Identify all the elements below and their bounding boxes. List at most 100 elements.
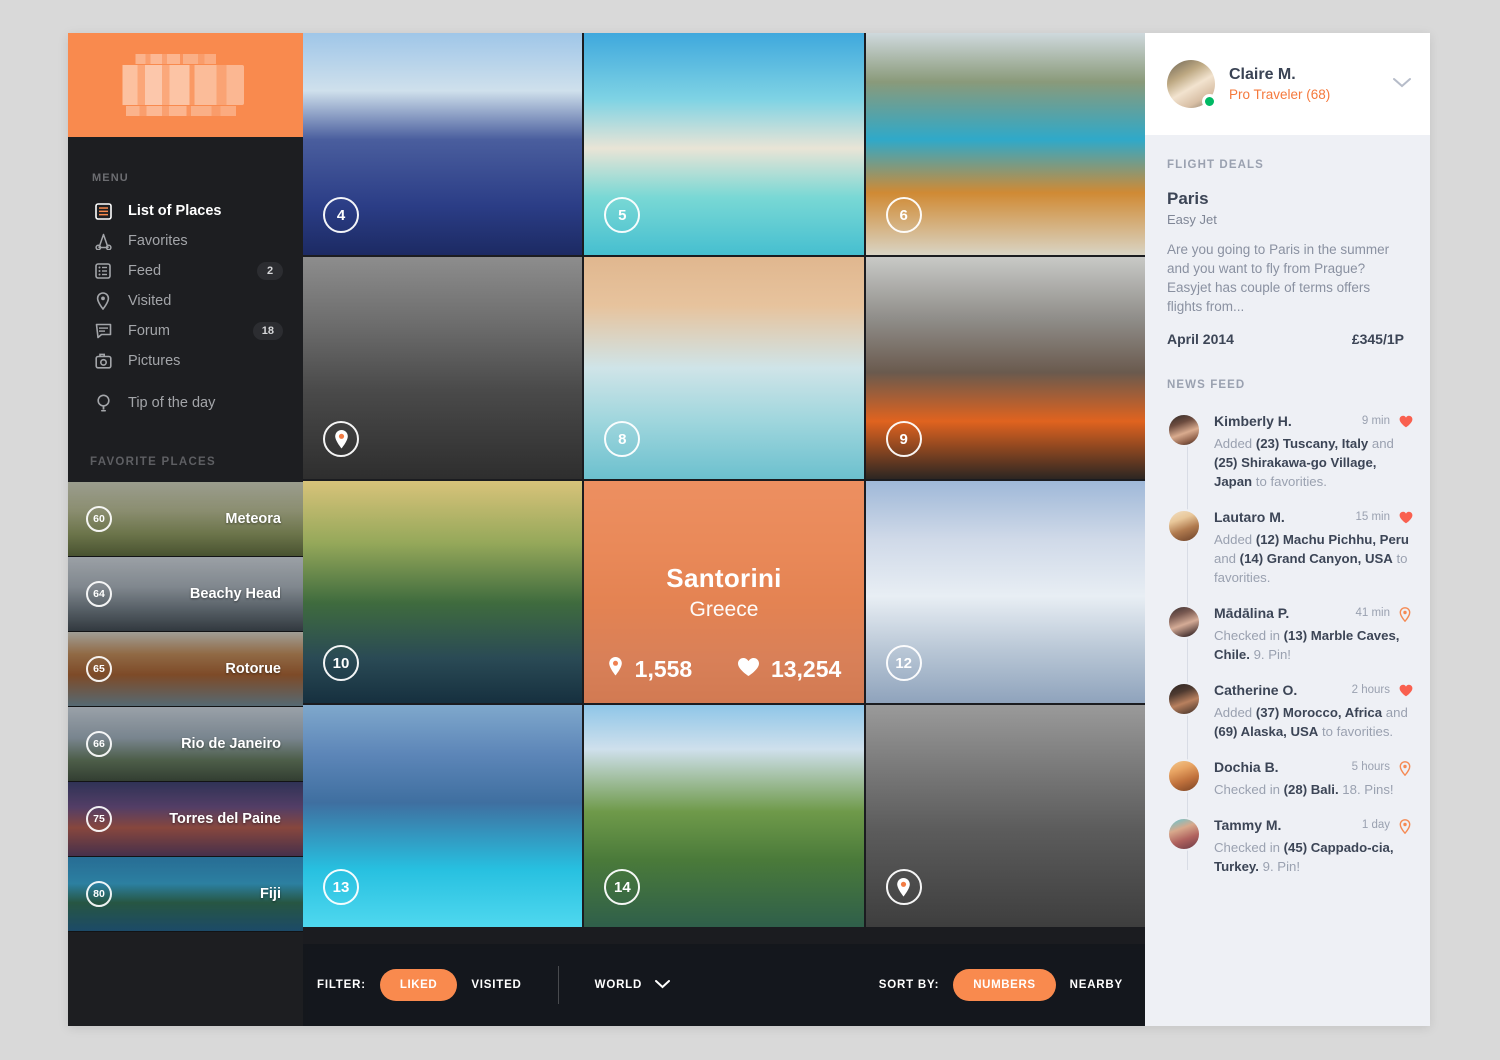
place-tile[interactable]: 10	[303, 481, 583, 703]
sidebar-item-badge: 18	[252, 322, 283, 340]
logo-bar[interactable]	[68, 33, 303, 137]
sidebar-item-favorites[interactable]: Favorites	[68, 226, 303, 256]
feed-timestamp: 41 min	[1355, 607, 1390, 619]
favorite-place-number: 80	[86, 881, 112, 907]
favorites-icon	[92, 232, 114, 250]
place-tile[interactable]	[303, 257, 583, 479]
news-feed-label: NEWS FEED	[1167, 379, 1246, 391]
place-tile[interactable]: 13	[303, 705, 583, 927]
news-feed-item[interactable]: Catherine O. 2 hours Added (37) Morocco, A…	[1167, 682, 1413, 741]
sidebar-item-list-of-places[interactable]: List of Places	[68, 196, 303, 226]
favorite-place-item[interactable]: 66 Rio de Janeiro	[68, 707, 303, 782]
feed-user-name: Kimberly H.	[1214, 413, 1292, 429]
profile-role: Pro Traveler (68)	[1229, 87, 1331, 102]
sidebar-item-label: Pictures	[128, 353, 181, 369]
deal-city: Paris	[1167, 189, 1209, 208]
sort-numbers-button[interactable]: NUMBERS	[953, 969, 1056, 1001]
chevron-down-icon	[655, 976, 671, 994]
filter-visited-button[interactable]: VISITED	[471, 979, 521, 991]
favorite-place-item[interactable]: 80 Fiji	[68, 857, 303, 932]
feed-body: Mādālina P. 41 min Checked in (13) Marble …	[1214, 605, 1412, 664]
feed-timestamp: 15 min	[1355, 511, 1390, 523]
feed-header: Lautaro M. 15 min	[1214, 509, 1413, 525]
news-feed-item[interactable]: Tammy M. 1 day Checked in (45) Cappado-cia…	[1167, 817, 1412, 876]
feed-header: Tammy M. 1 day	[1214, 817, 1412, 834]
feed-header: Catherine O. 2 hours	[1214, 682, 1413, 698]
flight-deals-label: FLIGHT DEALS	[1167, 159, 1264, 171]
sidebar-item-badge: 2	[257, 262, 283, 280]
news-feed-item[interactable]: Mādālina P. 41 min Checked in (13) Marble …	[1167, 605, 1412, 664]
place-tile[interactable]: 8	[584, 257, 864, 479]
feed-avatar	[1167, 817, 1201, 851]
place-tile[interactable]	[865, 705, 1145, 927]
favorite-place-number: 65	[86, 656, 112, 682]
feed-user-name: Catherine O.	[1214, 682, 1298, 698]
pin-icon	[1399, 760, 1412, 776]
place-tile[interactable]: 4	[303, 33, 583, 255]
flight-deal-card[interactable]: Paris Easy Jet Are you going to Paris in…	[1145, 171, 1430, 347]
region-select[interactable]: WORLD	[595, 976, 671, 994]
favorite-place-name: Meteora	[225, 511, 281, 527]
place-tile[interactable]: Santorini Greece 1,558 13,254	[584, 481, 864, 703]
feed-timestamp: 9 min	[1361, 415, 1390, 427]
feed-avatar	[1167, 413, 1201, 447]
sidebar-item-forum[interactable]: Forum 18	[68, 316, 303, 346]
heart-icon	[1399, 415, 1413, 428]
place-tile[interactable]: 12	[865, 481, 1145, 703]
sidebar-item-label: Tip of the day	[128, 395, 216, 411]
deal-airline: Easy Jet	[1167, 212, 1217, 227]
pin-icon	[607, 656, 624, 683]
sidebar-item-pictures[interactable]: Pictures	[68, 346, 303, 376]
favorite-place-item[interactable]: 75 Torres del Paine	[68, 782, 303, 857]
favorite-place-name: Beachy Head	[189, 586, 281, 602]
sidebar-menu: List of Places Favorites Feed 2 Visited Forum…	[68, 196, 303, 418]
avatar	[1167, 60, 1217, 109]
favorite-place-item[interactable]: 64 Beachy Head	[68, 557, 303, 632]
profile-chevron-down-icon[interactable]	[1392, 75, 1412, 93]
feed-body: Kimberly H. 9 min Added (23) Tuscany, Ital…	[1214, 413, 1413, 491]
sidebar-item-label: Forum	[128, 323, 170, 339]
filter-liked-button[interactable]: LIKED	[379, 969, 458, 1001]
news-feed-item[interactable]: Lautaro M. 15 min Added (12) Machu Pichhu,…	[1167, 509, 1413, 587]
feed-avatar	[1167, 605, 1201, 639]
profile-info: Claire M. Pro Traveler (68)	[1229, 66, 1330, 102]
place-tile[interactable]: 14	[584, 705, 864, 927]
feed-message: Added (37) Morocco, Africa and (69) Alas…	[1214, 705, 1408, 739]
feed-message: Checked in (28) Bali. 18. Pins!	[1214, 782, 1394, 797]
favorite-place-item[interactable]: 65 Rotorue	[68, 632, 303, 707]
news-feed-item[interactable]: Dochia B. 5 hours Checked in (28) Bali. 18…	[1167, 759, 1412, 799]
heart-icon	[737, 656, 760, 683]
place-tile[interactable]: 6	[865, 33, 1145, 255]
sort-label: SORT BY:	[878, 979, 940, 991]
right-panel: Claire M. Pro Traveler (68) FLIGHT DEALS…	[1145, 33, 1430, 1026]
deal-description: Are you going to Paris in the summer and…	[1167, 242, 1390, 314]
sidebar-item-feed[interactable]: Feed 2	[68, 256, 303, 286]
feed-timestamp: 5 hours	[1351, 761, 1390, 773]
feed-message: Added (12) Machu Pichhu, Peru and (14) G…	[1214, 532, 1409, 585]
feed-body: Lautaro M. 15 min Added (12) Machu Pichhu,…	[1214, 509, 1413, 587]
sort-nearby-button[interactable]: NEARBY	[1070, 979, 1123, 991]
deal-date: April 2014	[1167, 331, 1234, 347]
sidebar-item-tip-of-the-day[interactable]: Tip of the day	[68, 388, 303, 418]
news-feed-item[interactable]: Kimberly H. 9 min Added (23) Tuscany, Ital…	[1167, 413, 1413, 491]
place-tile[interactable]: 9	[865, 257, 1145, 479]
online-status-icon	[1202, 94, 1217, 109]
place-tile[interactable]: 5	[584, 33, 864, 255]
visited-pin-icon	[323, 421, 359, 457]
featured-pins-count: 1,558	[634, 656, 693, 682]
place-number-badge: 13	[323, 869, 359, 905]
map-pin-icon	[92, 292, 114, 310]
place-number-badge: 4	[323, 197, 359, 233]
favorite-place-item[interactable]: 60 Meteora	[68, 482, 303, 557]
visited-pin-icon	[885, 869, 922, 905]
news-feed-list: Kimberly H. 9 min Added (23) Tuscany, Ital…	[1145, 413, 1430, 876]
profile-header[interactable]: Claire M. Pro Traveler (68)	[1145, 33, 1430, 135]
place-number-badge: 12	[885, 645, 922, 681]
sidebar-item-visited[interactable]: Visited	[68, 286, 303, 316]
place-number-badge: 6	[885, 197, 922, 233]
profile-name: Claire M.	[1229, 66, 1296, 83]
feed-user-name: Mādālina P.	[1214, 605, 1290, 621]
favorites-section-label: FAVORITE PLACES	[90, 456, 216, 468]
feed-body: Catherine O. 2 hours Added (37) Morocco, A…	[1214, 682, 1413, 741]
favorite-place-name: Rio de Janeiro	[181, 736, 281, 752]
